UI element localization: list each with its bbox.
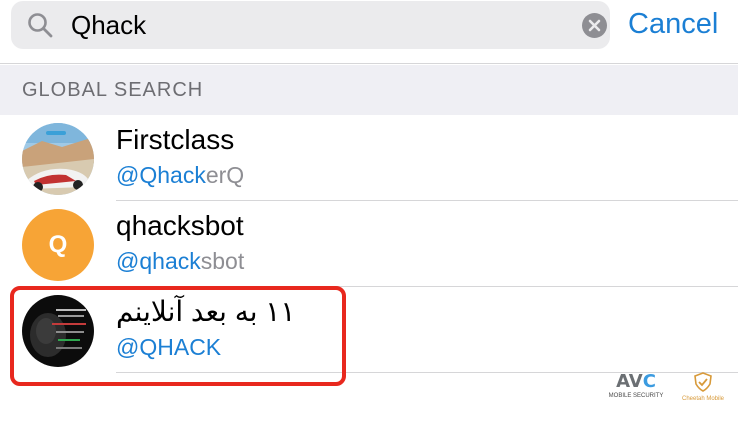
search-result-qhack[interactable]: ۱۱ به بعد آنلاینم @QHACK [0,287,738,373]
result-handle: @qhacksbot [116,248,245,274]
section-header: GLOBAL SEARCH [0,65,738,115]
search-input[interactable]: Qhack [71,10,146,40]
avc-watermark: AVC MOBILE SECURITY [608,371,664,400]
result-handle: @QHACK [116,334,222,360]
letter-avatar: Q [22,209,94,281]
result-name: qhacksbot [116,210,244,241]
search-result-qhacksbot[interactable]: Q qhacksbot @qhacksbot [0,201,738,287]
search-field[interactable]: Qhack [11,1,610,49]
section-title: GLOBAL SEARCH [22,79,204,101]
shield-icon [694,372,712,392]
dark-portrait-avatar [22,295,94,367]
cancel-button[interactable]: Cancel [628,6,718,42]
search-bar: Qhack Cancel [0,0,738,64]
result-name: Firstclass [116,124,235,155]
avatar-letter: Q [48,231,68,258]
cheetah-mobile-watermark: Cheetah Mobile [672,372,734,403]
result-handle: @QhackerQ [116,162,245,188]
result-name: ۱۱ به بعد آنلاینم [116,296,296,327]
racing-car-avatar [22,123,94,195]
clear-icon[interactable] [582,13,607,38]
search-result-firstclass[interactable]: Firstclass @QhackerQ [0,115,738,201]
search-icon [28,13,53,38]
